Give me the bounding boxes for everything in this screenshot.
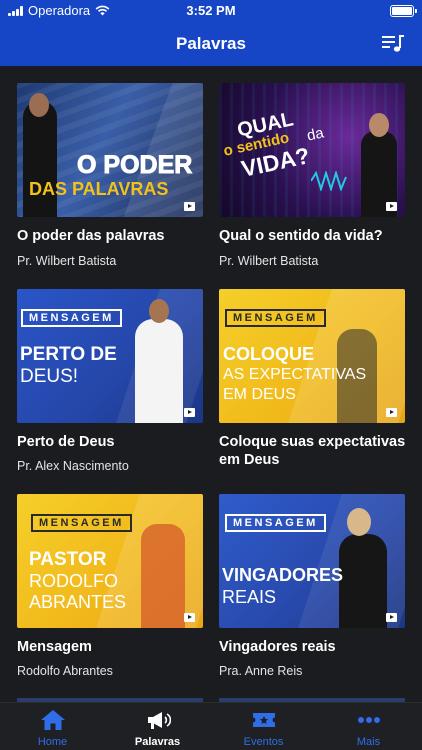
content-card[interactable]: MENSAGEM COLOQUE AS EXPECTATIVAS EM DEUS… [219,289,405,468]
status-bar: Operadora 3:52 PM [0,0,422,22]
card-speaker: Rodolfo Abrantes [17,664,113,678]
card-title: Coloque suas expectativas em Deus [219,434,406,468]
card-thumbnail[interactable]: MENSAGEM COLOQUE AS EXPECTATIVAS EM DEUS [219,289,405,423]
speaker-head [149,299,169,323]
thumb-tag: MENSAGEM [21,309,122,327]
thumb-subline: EM DEUS [223,386,296,403]
content-card[interactable]: MENSAGEM VINGADORES REAIS Vingadores rea… [219,494,405,678]
speaker-figure [23,101,57,217]
speaker-figure [135,319,183,423]
thumb-headline: COLOQUE [223,344,315,364]
speaker-figure [339,534,387,628]
tab-label: Mais [356,736,381,748]
content-card[interactable]: MENSAGEM PERTO DE DEUS! Perto de Deus Pr… [17,289,203,473]
tab-palavras[interactable]: Palavras [105,703,210,750]
card-thumbnail[interactable]: MENSAGEM PERTO DE DEUS! [17,289,203,423]
tab-label: Home [37,736,68,748]
speaker-head [347,508,371,536]
play-icon [184,202,195,211]
play-icon [184,408,195,417]
card-speaker: Pr. Wilbert Batista [17,254,117,268]
tab-home[interactable]: Home [0,703,105,750]
thumb-tag: MENSAGEM [31,514,132,532]
card-thumbnail[interactable]: QUAL o sentido da VIDA? [219,83,405,217]
thumb-subline: DEUS! [20,366,79,387]
tab-mais[interactable]: Mais [316,703,421,750]
ticket-icon [253,713,275,727]
card-title: O poder das palavras [17,228,165,244]
speaker-head [29,93,49,117]
card-title: Vingadores reais [219,639,336,655]
status-time: 3:52 PM [186,3,236,18]
home-icon [41,710,65,730]
tab-eventos[interactable]: Eventos [211,703,316,750]
speaker-figure [141,524,185,628]
card-title: Qual o sentido da vida? [219,228,383,244]
card-speaker: Pr. Alex Nascimento [17,459,129,473]
thumb-subline: REAIS [222,587,277,607]
more-dots-icon [358,717,380,723]
thumb-headline: PERTO DE [20,344,117,365]
card-thumbnail[interactable]: O PODER DAS PALAVRAS [17,83,203,217]
card-title: Mensagem [17,639,92,655]
tab-label: Palavras [134,736,181,748]
thumb-tag: MENSAGEM [225,309,326,327]
thumb-subline: AS EXPECTATIVAS [223,366,367,383]
play-icon [386,613,397,622]
content-card[interactable]: O PODER DAS PALAVRAS O poder das palavra… [17,83,203,268]
thumb-headline: VINGADORES [222,565,344,585]
tab-bar: Home Palavras Eventos Mais [0,702,422,750]
thumb-tag: MENSAGEM [225,514,326,532]
thumb-subline: DAS PALAVRAS [29,179,169,199]
card-title: Perto de Deus [17,434,115,450]
page-title: Palavras [176,34,246,53]
thumb-subline: ABRANTES [29,592,127,612]
play-icon [386,408,397,417]
thumb-subline: RODOLFO [29,571,119,591]
card-thumbnail[interactable]: MENSAGEM PASTOR RODOLFO ABRANTES [17,494,203,628]
navigation-header: Operadora 3:52 PM Palavras [0,0,422,66]
zigzag-decoration [311,171,347,191]
battery-icon [390,5,417,17]
megaphone-icon [148,712,171,729]
play-icon [386,202,397,211]
card-speaker: Pra. Anne Reis [219,664,303,678]
tab-label: Eventos [243,736,284,748]
play-icon [184,613,195,622]
content-card[interactable]: MENSAGEM PASTOR RODOLFO ABRANTES Mensage… [17,494,203,678]
speaker-head [369,113,389,137]
card-speaker: Pr. Wilbert Batista [219,254,319,268]
thumb-subline: da [305,124,326,145]
thumb-headline: PASTOR [29,549,107,570]
card-thumbnail[interactable]: MENSAGEM VINGADORES REAIS [219,494,405,628]
playlist-icon[interactable] [382,35,404,53]
content-card[interactable]: QUAL o sentido da VIDA? Qual o sentido d… [219,83,405,268]
thumb-headline: O PODER [76,151,193,179]
